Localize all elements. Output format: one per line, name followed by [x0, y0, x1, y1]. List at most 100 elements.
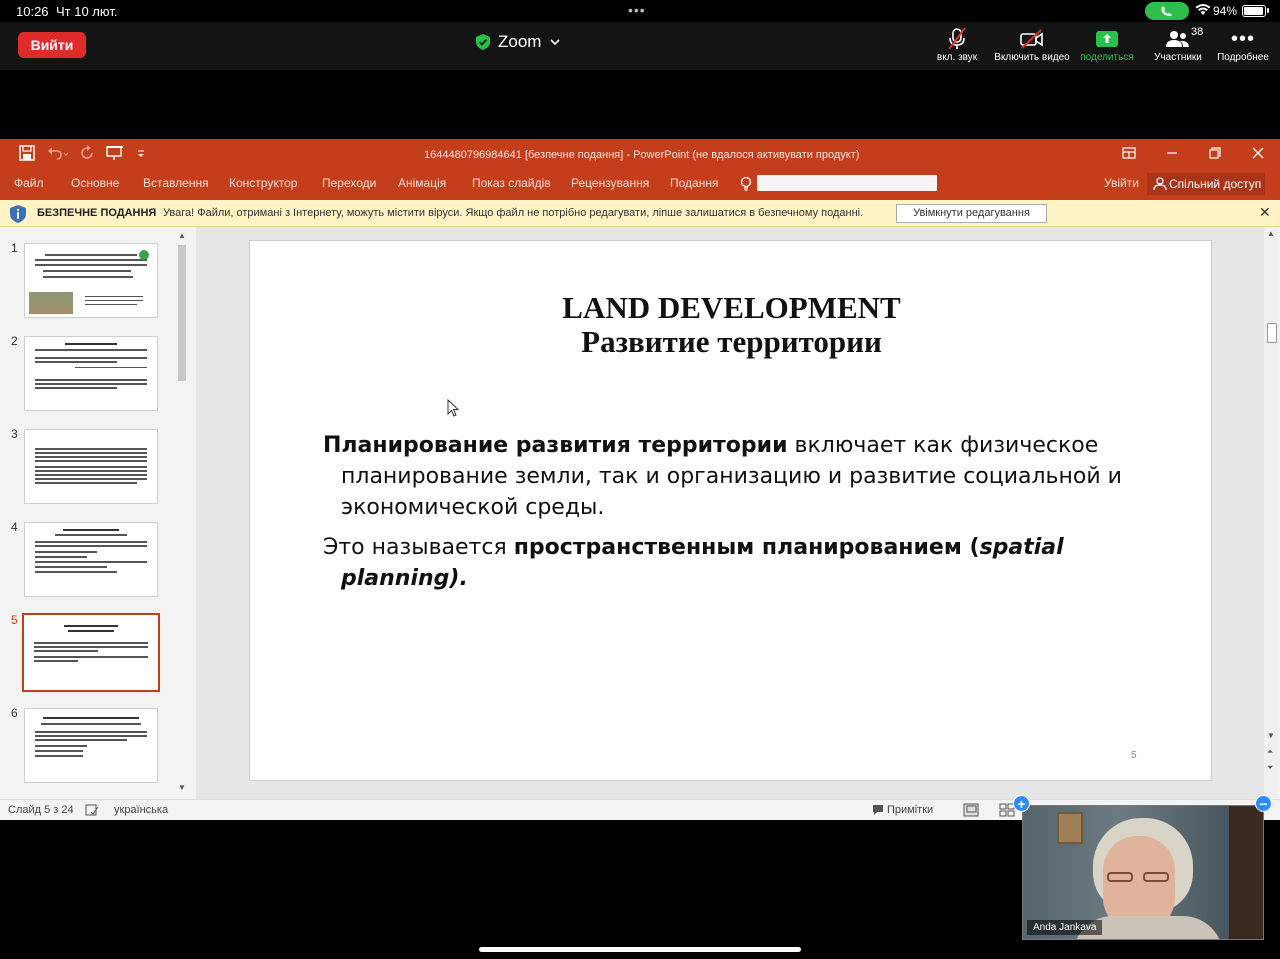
- thumb-number: 6: [11, 706, 18, 720]
- battery-level: [1244, 7, 1263, 15]
- tab-home[interactable]: Основне: [71, 176, 119, 190]
- participants-label: Участники: [1154, 52, 1202, 63]
- p2-start: Это называется: [323, 535, 514, 560]
- thumb-number: 4: [11, 520, 18, 534]
- share-screen-button[interactable]: поделиться: [1076, 26, 1138, 63]
- expand-video-button[interactable]: +: [1013, 795, 1030, 812]
- close-icon[interactable]: [1250, 145, 1266, 161]
- share-button[interactable]: Спільний доступ: [1147, 173, 1265, 195]
- enable-editing-button[interactable]: Увімкнути редагування: [896, 204, 1047, 223]
- tab-slideshow[interactable]: Показ слайдів: [472, 176, 551, 190]
- background-door: [1229, 806, 1263, 939]
- normal-view-icon[interactable]: [963, 803, 979, 817]
- slide-body[interactable]: Планирование развития территории включае…: [323, 430, 1143, 603]
- p2-end: ).: [449, 566, 468, 591]
- wifi-icon: [1195, 4, 1211, 15]
- document-title: 1644480796984641 [безпечне подання] - Po…: [424, 149, 860, 161]
- title-bar: 1644480796984641 [безпечне подання] - Po…: [0, 139, 1280, 170]
- slide-editor: LAND DEVELOPMENT Развитие территории Пла…: [196, 227, 1278, 799]
- leave-button[interactable]: Вийти: [18, 32, 86, 58]
- sign-in-link[interactable]: Увійти: [1104, 176, 1139, 190]
- thumbnails-scrollbar[interactable]: ▲ ▼: [176, 231, 189, 794]
- tab-transitions[interactable]: Переходи: [322, 176, 376, 190]
- university-logo-icon: [139, 250, 149, 260]
- restore-icon[interactable]: [1207, 145, 1223, 161]
- notes-icon: [873, 805, 883, 815]
- thumb-number: 1: [11, 241, 18, 255]
- language-indicator[interactable]: українська: [114, 804, 168, 816]
- slide-title[interactable]: LAND DEVELOPMENT Развитие территории: [250, 291, 1213, 359]
- more-dots-icon: •••: [1230, 27, 1255, 50]
- thumb-number-selected: 5: [11, 613, 18, 627]
- clock: 10:26: [16, 4, 49, 19]
- scroll-down-arrow-icon[interactable]: ▼: [178, 783, 186, 792]
- participant-name: Anda Jankava: [1027, 920, 1103, 935]
- close-message-bar-icon[interactable]: ✕: [1259, 204, 1271, 221]
- tab-insert[interactable]: Вставлення: [143, 176, 209, 190]
- body-paragraph-2: Это называется пространственным планиров…: [323, 532, 1143, 594]
- ribbon-tabs: Файл Основне Вставлення Конструктор Пере…: [0, 170, 1280, 200]
- undo-icon[interactable]: [46, 145, 68, 161]
- minimize-icon[interactable]: [1164, 145, 1180, 161]
- powerpoint-window: 1644480796984641 [безпечне подання] - Po…: [0, 139, 1280, 820]
- zoom-toolbar: Вийти Zoom вкл. звук Включить видео поде…: [0, 22, 1280, 70]
- active-call-pill[interactable]: [1145, 2, 1189, 20]
- minimize-video-button[interactable]: −: [1255, 795, 1272, 812]
- participant-video-tile[interactable]: Anda Jankava: [1022, 805, 1264, 940]
- glasses-left: [1107, 872, 1133, 882]
- p1-bold: Планирование развития территории: [323, 433, 788, 458]
- start-video-button[interactable]: Включить видео: [994, 26, 1070, 63]
- battery-cap: [1267, 8, 1269, 13]
- chevron-down-icon: [550, 39, 561, 46]
- slide-thumbnail-3[interactable]: [24, 429, 158, 504]
- share-arrow-icon: [1096, 31, 1118, 47]
- notes-button[interactable]: Примітки: [887, 804, 933, 816]
- camera-off-icon: [1020, 29, 1043, 49]
- slide-thumbnail-2[interactable]: [24, 336, 158, 411]
- scroll-down-arrow-icon[interactable]: ▼: [1267, 731, 1275, 740]
- more-button[interactable]: ••• Подробнее: [1213, 26, 1273, 64]
- tab-design[interactable]: Конструктор: [229, 176, 297, 190]
- scroll-up-arrow-icon[interactable]: ▲: [178, 231, 186, 240]
- tab-review[interactable]: Рецензування: [571, 176, 649, 190]
- shield-info-icon: [10, 205, 26, 223]
- screen: 10:26 Чт 10 лют. ••• 94% Вийти Zoom вкл.…: [0, 0, 1280, 959]
- home-indicator[interactable]: [479, 947, 801, 952]
- wall-picture: [1057, 812, 1083, 844]
- slide-thumbnail-1[interactable]: [24, 243, 158, 318]
- participants-icon: [1166, 31, 1189, 47]
- slide-thumbnail-5[interactable]: [22, 613, 160, 692]
- scroll-up-arrow-icon[interactable]: ▲: [1267, 229, 1275, 238]
- unmute-audio-label: вкл. звук: [936, 52, 978, 63]
- previous-slide-icon[interactable]: ⏶: [1267, 747, 1273, 757]
- unmute-audio-button[interactable]: вкл. звук: [930, 26, 984, 63]
- current-slide[interactable]: LAND DEVELOPMENT Развитие территории Пла…: [249, 240, 1212, 781]
- battery-icon: [1242, 5, 1266, 17]
- next-slide-icon[interactable]: ⏷: [1267, 763, 1273, 773]
- start-slideshow-icon[interactable]: [106, 145, 124, 161]
- multitasking-dots-icon[interactable]: •••: [628, 2, 646, 18]
- slide-thumbnail-4[interactable]: [24, 522, 158, 597]
- ribbon-display-options-icon[interactable]: [1121, 145, 1137, 161]
- save-icon[interactable]: [19, 145, 35, 161]
- landscape-photo: [29, 292, 73, 314]
- tab-view[interactable]: Подання: [670, 176, 718, 190]
- person-icon: [1153, 177, 1167, 191]
- customize-qat-icon[interactable]: [136, 145, 146, 161]
- tab-file[interactable]: Файл: [14, 176, 44, 190]
- scroll-thumb[interactable]: [1267, 323, 1277, 343]
- tab-animations[interactable]: Анімація: [398, 176, 446, 190]
- protected-view-message: Увага! Файли, отримані з Інтернету, можу…: [163, 207, 864, 219]
- slide-counter: Слайд 5 з 24: [8, 804, 74, 816]
- tell-me-search-input[interactable]: [757, 175, 937, 191]
- p2-bold: пространственным планированием: [513, 535, 962, 560]
- spelling-check-icon[interactable]: [85, 803, 99, 817]
- protected-view-bar: БЕЗПЕЧНЕ ПОДАННЯ Увага! Файли, отримані …: [0, 200, 1280, 227]
- slide-scrollbar[interactable]: ▲ ▼ ⏶ ⏷: [1264, 229, 1278, 797]
- redo-icon[interactable]: [80, 145, 94, 161]
- zoom-meeting-title[interactable]: Zoom: [476, 30, 561, 54]
- participants-count: 38: [1191, 26, 1204, 38]
- shield-check-icon: [476, 34, 490, 50]
- slide-thumbnail-6[interactable]: [24, 708, 158, 783]
- scroll-thumb[interactable]: [178, 245, 186, 381]
